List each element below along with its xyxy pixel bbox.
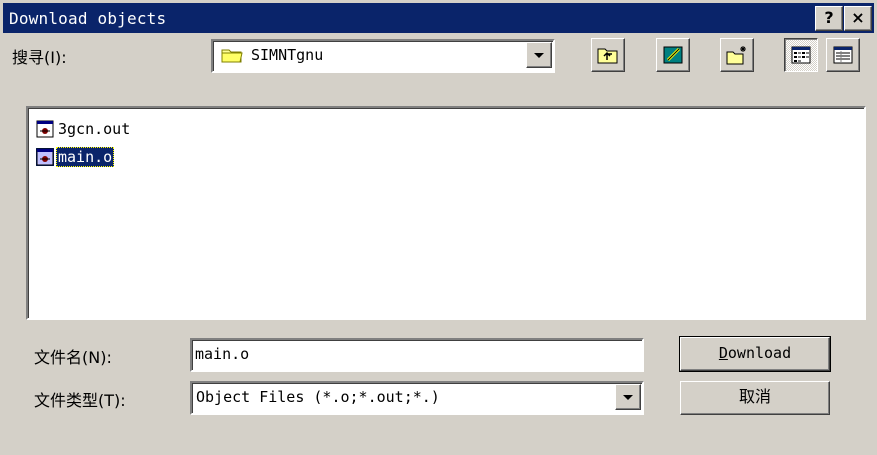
list-view-button[interactable] [784,38,818,72]
look-in-value: SIMNTgnu [251,46,324,64]
file-type-label: 文件类型(T): [34,391,126,410]
folder-icon [221,49,243,63]
help-button[interactable]: ? [815,6,843,31]
look-in-label: 搜寻(I): [12,48,67,67]
file-name-label: 文件名(N): [34,348,112,367]
look-in-combo[interactable]: SIMNTgnu [211,39,555,73]
executable-file-icon [36,120,54,138]
file-name: 3gcn.out [58,120,131,138]
download-label: ownload [727,344,792,362]
up-folder-icon [597,48,618,64]
look-in-dropdown-button[interactable] [526,42,552,68]
up-one-level-button[interactable] [591,38,625,72]
title-bar[interactable]: Download objects ? × [3,3,874,33]
file-type-dropdown-button[interactable] [615,384,641,410]
download-mnemonic: D [718,344,728,362]
cancel-button[interactable]: 取消 [680,381,830,415]
executable-file-icon [36,148,54,166]
list-view-icon [791,46,811,64]
close-button[interactable]: × [844,6,872,31]
file-list[interactable]: 3gcn.out main.o [26,106,866,320]
window-title: Download objects [9,9,167,28]
file-type-combo[interactable]: Object Files (*.o;*.out;*.) [190,381,644,415]
desktop-icon [663,46,683,64]
desktop-button[interactable] [656,38,690,72]
download-objects-dialog: Download objects ? × 搜寻(I): SIMNTgnu 3gc… [0,0,877,455]
details-view-icon [833,46,853,64]
details-view-button[interactable] [826,38,860,72]
file-type-value: Object Files (*.o;*.out;*.) [196,388,440,406]
file-name-field[interactable] [190,338,644,372]
download-button[interactable]: Download [679,336,831,372]
file-name-input[interactable] [195,343,637,365]
file-name: main.o [56,147,115,167]
new-folder-icon [726,46,746,65]
create-new-folder-button[interactable] [720,38,754,72]
